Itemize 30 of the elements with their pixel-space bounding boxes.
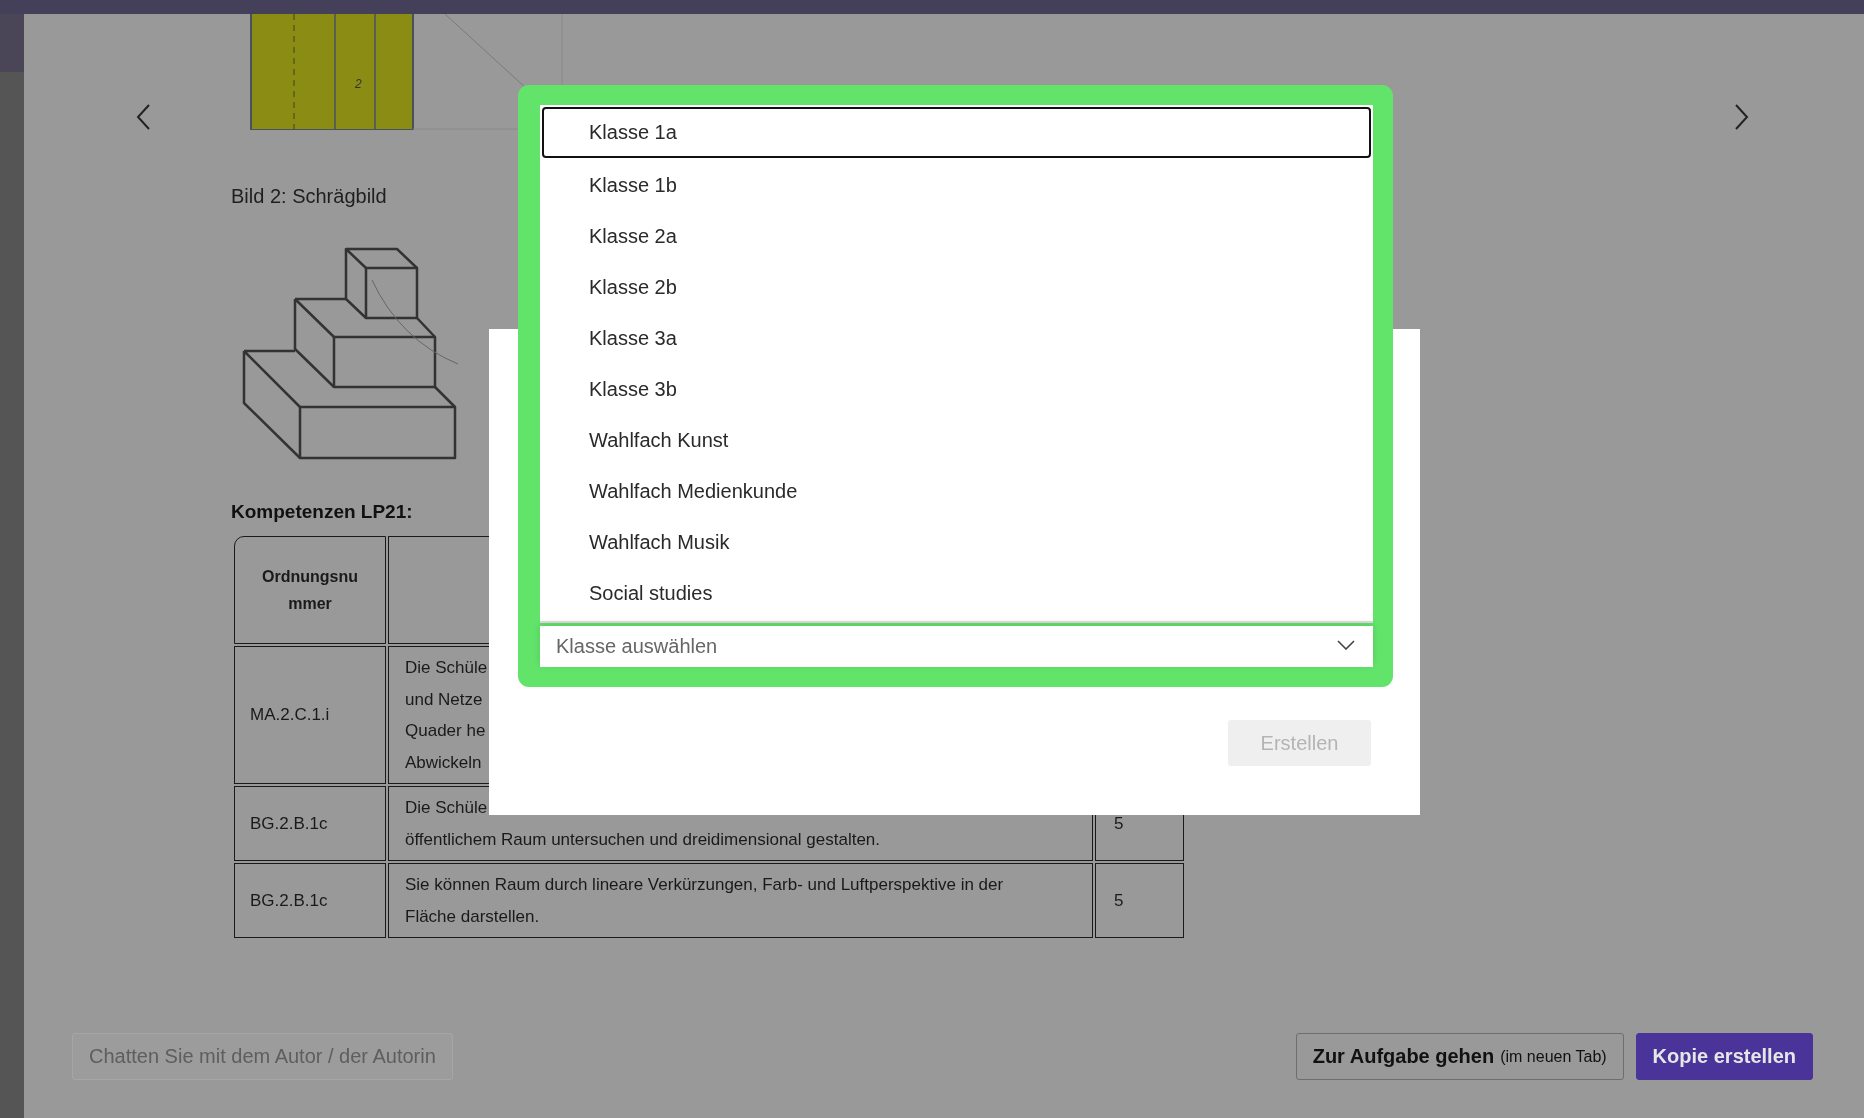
copy-button[interactable]: Kopie erstellen bbox=[1635, 1033, 1813, 1080]
cell-text: Sie können Raum durch lineare Verkürzungen, Farb- und Luftperspektive in der Fläche darstellen. bbox=[405, 874, 1005, 928]
table-cell: BG.2.B.1c bbox=[234, 863, 386, 938]
open-task-button[interactable]: Zur Aufgabe gehen (im neuen Tab) bbox=[1295, 1033, 1624, 1080]
cell-text: Abwickeln bbox=[405, 751, 483, 774]
dropdown-option[interactable]: Klasse 3a bbox=[542, 311, 1371, 362]
chevron-down-icon bbox=[1337, 640, 1355, 650]
cell-text: Die Schüle bbox=[405, 657, 489, 679]
dropdown-option[interactable]: Klasse 2b bbox=[542, 260, 1371, 311]
figure-caption: Bild 2: Schrägbild bbox=[231, 184, 387, 208]
dropdown-option[interactable]: Klasse 2a bbox=[542, 209, 1371, 260]
chevron-right-icon[interactable] bbox=[1734, 103, 1750, 131]
dropdown-option[interactable]: Wahlfach Medienkunde bbox=[542, 464, 1371, 515]
class-select-field[interactable]: Klasse auswählen bbox=[540, 626, 1373, 667]
dropdown-option[interactable]: Klasse 1a bbox=[542, 107, 1371, 158]
dropdown-option[interactable]: Klasse 1b bbox=[542, 158, 1371, 209]
dropdown-option[interactable]: Wahlfach Musik bbox=[542, 515, 1371, 566]
column-header: Ordnungsnummer bbox=[234, 536, 386, 644]
cell-text: Quader he bbox=[405, 720, 487, 742]
dropdown-option[interactable]: Wahlfach Kunst bbox=[542, 413, 1371, 464]
chevron-left-icon[interactable] bbox=[135, 103, 151, 131]
dropdown-option[interactable]: Klasse 3b bbox=[542, 362, 1371, 413]
table-cell: MA.2.C.1.i bbox=[234, 646, 386, 784]
table-cell: BG.2.B.1c bbox=[234, 786, 386, 861]
dropdown-option[interactable]: Social studies bbox=[542, 566, 1371, 617]
cell-text: und Netze bbox=[405, 688, 484, 711]
table-cell: 5 bbox=[1095, 863, 1184, 938]
cell-text: öffentlichem Raum untersuchen und dreidimensional gestalten. bbox=[405, 828, 882, 851]
cell-text: Die Schüle bbox=[405, 797, 489, 819]
section-heading: Kompetenzen LP21: bbox=[231, 500, 413, 524]
